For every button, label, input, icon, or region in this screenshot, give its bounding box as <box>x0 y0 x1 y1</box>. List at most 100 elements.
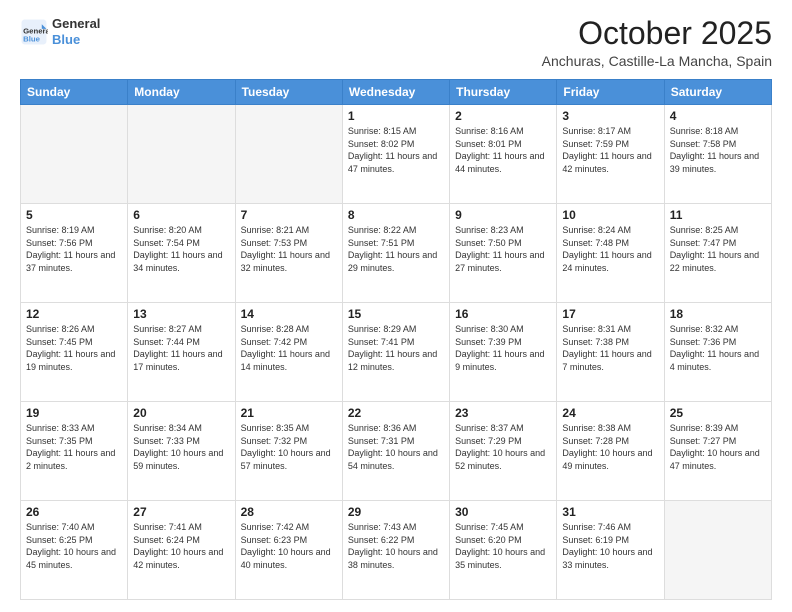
day-info: Sunrise: 8:28 AM Sunset: 7:42 PM Dayligh… <box>241 323 337 373</box>
day-number: 20 <box>133 406 229 420</box>
day-number: 27 <box>133 505 229 519</box>
calendar-cell: 19 Sunrise: 8:33 AM Sunset: 7:35 PM Dayli… <box>21 402 128 501</box>
day-number: 1 <box>348 109 444 123</box>
header-sunday: Sunday <box>21 80 128 105</box>
day-info: Sunrise: 8:34 AM Sunset: 7:33 PM Dayligh… <box>133 422 229 472</box>
calendar-cell: 5Sunrise: 8:19 AM Sunset: 7:56 PM Daylig… <box>21 204 128 303</box>
day-info: Sunrise: 7:43 AM Sunset: 6:22 PM Dayligh… <box>348 521 444 571</box>
day-number: 10 <box>562 208 658 222</box>
location: Anchuras, Castille-La Mancha, Spain <box>542 53 772 69</box>
day-info: Sunrise: 8:20 AM Sunset: 7:54 PM Dayligh… <box>133 224 229 274</box>
weekday-header-row: Sunday Monday Tuesday Wednesday Thursday… <box>21 80 772 105</box>
day-info: Sunrise: 8:16 AM Sunset: 8:01 PM Dayligh… <box>455 125 551 175</box>
day-number: 7 <box>241 208 337 222</box>
day-info: Sunrise: 8:24 AM Sunset: 7:48 PM Dayligh… <box>562 224 658 274</box>
header: General Blue General Blue October 2025 A… <box>20 16 772 69</box>
day-info: Sunrise: 8:25 AM Sunset: 7:47 PM Dayligh… <box>670 224 766 274</box>
day-info: Sunrise: 8:33 AM Sunset: 7:35 PM Dayligh… <box>26 422 122 472</box>
day-info: Sunrise: 7:40 AM Sunset: 6:25 PM Dayligh… <box>26 521 122 571</box>
day-number: 30 <box>455 505 551 519</box>
header-monday: Monday <box>128 80 235 105</box>
day-number: 23 <box>455 406 551 420</box>
header-tuesday: Tuesday <box>235 80 342 105</box>
day-number: 12 <box>26 307 122 321</box>
week-row-3: 19 Sunrise: 8:33 AM Sunset: 7:35 PM Dayli… <box>21 402 772 501</box>
day-info: Sunrise: 8:36 AM Sunset: 7:31 PM Dayligh… <box>348 422 444 472</box>
day-info: Sunrise: 8:31 AM Sunset: 7:38 PM Dayligh… <box>562 323 658 373</box>
day-info: Sunrise: 8:38 AM Sunset: 7:28 PM Dayligh… <box>562 422 658 472</box>
calendar-cell: 9 Sunrise: 8:23 AM Sunset: 7:50 PM Daylig… <box>450 204 557 303</box>
day-info: Sunrise: 8:21 AM Sunset: 7:53 PM Dayligh… <box>241 224 337 274</box>
day-number: 18 <box>670 307 766 321</box>
day-info: Sunrise: 8:32 AM Sunset: 7:36 PM Dayligh… <box>670 323 766 373</box>
calendar-cell: 8 Sunrise: 8:22 AM Sunset: 7:51 PM Daylig… <box>342 204 449 303</box>
day-number: 16 <box>455 307 551 321</box>
logo: General Blue General Blue <box>20 16 100 47</box>
day-number: 29 <box>348 505 444 519</box>
calendar-cell: 3Sunrise: 8:17 AM Sunset: 7:59 PM Daylig… <box>557 105 664 204</box>
calendar-cell <box>235 105 342 204</box>
day-number: 2 <box>455 109 551 123</box>
svg-text:Blue: Blue <box>23 34 41 43</box>
day-info: Sunrise: 8:15 AM Sunset: 8:02 PM Dayligh… <box>348 125 444 175</box>
calendar-cell: 16 Sunrise: 8:30 AM Sunset: 7:39 PM Dayli… <box>450 303 557 402</box>
day-number: 8 <box>348 208 444 222</box>
calendar-cell <box>128 105 235 204</box>
day-number: 17 <box>562 307 658 321</box>
logo-icon: General Blue <box>20 18 48 46</box>
day-number: 6 <box>133 208 229 222</box>
day-info: Sunrise: 8:19 AM Sunset: 7:56 PM Dayligh… <box>26 224 122 274</box>
day-info: Sunrise: 7:46 AM Sunset: 6:19 PM Dayligh… <box>562 521 658 571</box>
logo-blue: Blue <box>52 32 100 48</box>
calendar-cell <box>21 105 128 204</box>
day-number: 9 <box>455 208 551 222</box>
day-number: 13 <box>133 307 229 321</box>
day-info: Sunrise: 7:45 AM Sunset: 6:20 PM Dayligh… <box>455 521 551 571</box>
header-friday: Friday <box>557 80 664 105</box>
day-info: Sunrise: 8:35 AM Sunset: 7:32 PM Dayligh… <box>241 422 337 472</box>
calendar-cell: 28Sunrise: 7:42 AM Sunset: 6:23 PM Dayli… <box>235 501 342 600</box>
day-info: Sunrise: 8:23 AM Sunset: 7:50 PM Dayligh… <box>455 224 551 274</box>
day-info: Sunrise: 8:37 AM Sunset: 7:29 PM Dayligh… <box>455 422 551 472</box>
day-number: 15 <box>348 307 444 321</box>
calendar-cell: 18 Sunrise: 8:32 AM Sunset: 7:36 PM Dayli… <box>664 303 771 402</box>
day-number: 28 <box>241 505 337 519</box>
day-number: 19 <box>26 406 122 420</box>
day-info: Sunrise: 8:29 AM Sunset: 7:41 PM Dayligh… <box>348 323 444 373</box>
calendar-cell: 1 Sunrise: 8:15 AM Sunset: 8:02 PM Daylig… <box>342 105 449 204</box>
day-number: 3 <box>562 109 658 123</box>
calendar-cell: 25Sunrise: 8:39 AM Sunset: 7:27 PM Dayli… <box>664 402 771 501</box>
calendar-cell: 12 Sunrise: 8:26 AM Sunset: 7:45 PM Dayli… <box>21 303 128 402</box>
title-block: October 2025 Anchuras, Castille-La Manch… <box>542 16 772 69</box>
day-info: Sunrise: 8:22 AM Sunset: 7:51 PM Dayligh… <box>348 224 444 274</box>
calendar-cell: 26Sunrise: 7:40 AM Sunset: 6:25 PM Dayli… <box>21 501 128 600</box>
month-title: October 2025 <box>542 16 772 51</box>
header-thursday: Thursday <box>450 80 557 105</box>
day-info: Sunrise: 8:30 AM Sunset: 7:39 PM Dayligh… <box>455 323 551 373</box>
calendar-cell: 17 Sunrise: 8:31 AM Sunset: 7:38 PM Dayli… <box>557 303 664 402</box>
calendar-cell: 7 Sunrise: 8:21 AM Sunset: 7:53 PM Daylig… <box>235 204 342 303</box>
header-saturday: Saturday <box>664 80 771 105</box>
day-info: Sunrise: 8:39 AM Sunset: 7:27 PM Dayligh… <box>670 422 766 472</box>
calendar-cell <box>664 501 771 600</box>
calendar-cell: 6 Sunrise: 8:20 AM Sunset: 7:54 PM Daylig… <box>128 204 235 303</box>
calendar-cell: 20 Sunrise: 8:34 AM Sunset: 7:33 PM Dayli… <box>128 402 235 501</box>
calendar-cell: 22 Sunrise: 8:36 AM Sunset: 7:31 PM Dayli… <box>342 402 449 501</box>
day-info: Sunrise: 8:18 AM Sunset: 7:58 PM Dayligh… <box>670 125 766 175</box>
day-info: Sunrise: 8:27 AM Sunset: 7:44 PM Dayligh… <box>133 323 229 373</box>
day-number: 24 <box>562 406 658 420</box>
calendar-cell: 29 Sunrise: 7:43 AM Sunset: 6:22 PM Dayli… <box>342 501 449 600</box>
calendar-cell: 31Sunrise: 7:46 AM Sunset: 6:19 PM Dayli… <box>557 501 664 600</box>
calendar-table: Sunday Monday Tuesday Wednesday Thursday… <box>20 79 772 600</box>
calendar-cell: 30 Sunrise: 7:45 AM Sunset: 6:20 PM Dayli… <box>450 501 557 600</box>
calendar-cell: 27Sunrise: 7:41 AM Sunset: 6:24 PM Dayli… <box>128 501 235 600</box>
day-number: 22 <box>348 406 444 420</box>
page: General Blue General Blue October 2025 A… <box>0 0 792 612</box>
calendar-cell: 23 Sunrise: 8:37 AM Sunset: 7:29 PM Dayli… <box>450 402 557 501</box>
calendar-cell: 21Sunrise: 8:35 AM Sunset: 7:32 PM Dayli… <box>235 402 342 501</box>
day-info: Sunrise: 8:26 AM Sunset: 7:45 PM Dayligh… <box>26 323 122 373</box>
calendar-cell: 24 Sunrise: 8:38 AM Sunset: 7:28 PM Dayli… <box>557 402 664 501</box>
day-number: 14 <box>241 307 337 321</box>
day-number: 11 <box>670 208 766 222</box>
calendar-cell: 10 Sunrise: 8:24 AM Sunset: 7:48 PM Dayli… <box>557 204 664 303</box>
